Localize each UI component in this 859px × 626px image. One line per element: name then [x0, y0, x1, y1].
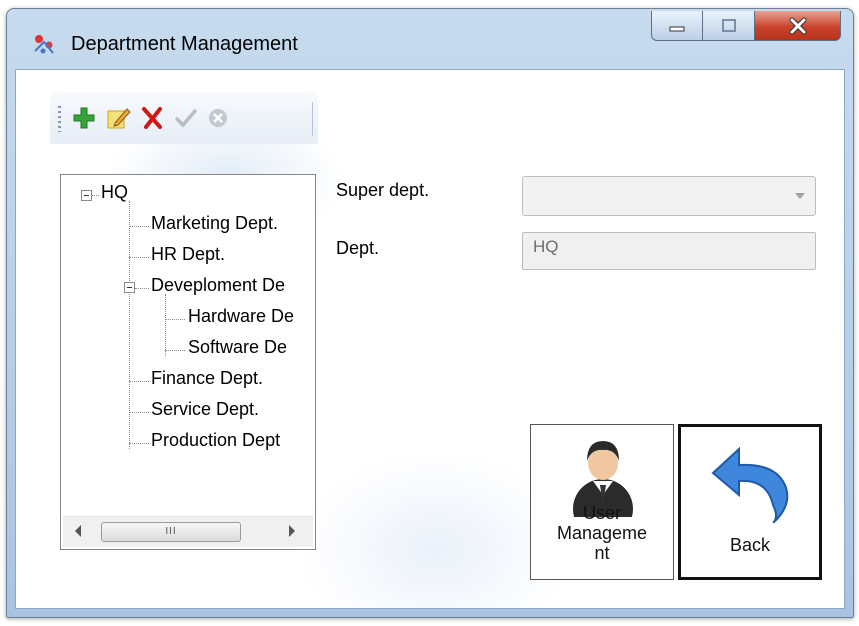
dept-field[interactable]: HQ [522, 232, 816, 270]
user-management-label-line1: User [582, 503, 621, 523]
tree-node-hr[interactable]: HR Dept. [151, 244, 225, 265]
tree-horizontal-scrollbar[interactable]: III [63, 516, 313, 547]
tree-node-marketing[interactable]: Marketing Dept. [151, 213, 278, 234]
super-dept-combobox[interactable] [522, 176, 816, 216]
tree-node-finance[interactable]: Finance Dept. [151, 368, 263, 389]
tree-node-hq[interactable]: HQ [101, 182, 128, 203]
confirm-button[interactable] [172, 104, 200, 132]
user-management-button[interactable]: User Manageme nt [530, 424, 674, 580]
x-icon [142, 107, 162, 129]
scroll-left-arrow-icon[interactable] [75, 525, 81, 537]
scroll-right-arrow-icon[interactable] [289, 525, 295, 537]
back-button[interactable]: Back [678, 424, 822, 580]
minimize-button[interactable] [651, 11, 703, 41]
app-window: Department Management HQ Marketing Dept.… [6, 8, 854, 618]
cancel-icon [209, 109, 227, 127]
tree-expander-development[interactable] [124, 282, 135, 293]
minimize-icon [669, 26, 685, 31]
user-management-label-line2: Manageme [556, 523, 648, 543]
toolbar [50, 92, 318, 144]
cancel-button[interactable] [204, 104, 232, 132]
tree-node-software[interactable]: Software De [188, 337, 287, 358]
back-label: Back [729, 535, 771, 555]
close-button[interactable] [755, 11, 841, 41]
tree-node-production[interactable]: Production Dept [151, 430, 280, 451]
client-area: HQ Marketing Dept. HR Dept. Deveploment … [15, 69, 845, 609]
title-bar[interactable]: Department Management [7, 9, 853, 69]
add-button[interactable] [70, 104, 98, 132]
back-arrow-icon [711, 446, 789, 523]
user-management-label-line3: nt [594, 543, 610, 563]
close-icon [789, 17, 806, 34]
toolbar-separator [312, 102, 313, 136]
scrollbar-thumb[interactable]: III [101, 522, 241, 542]
window-title: Department Management [71, 33, 298, 55]
maximize-button[interactable] [703, 11, 755, 41]
tree-node-hardware[interactable]: Hardware De [188, 306, 294, 327]
plus-icon [73, 107, 95, 129]
delete-button[interactable] [138, 104, 166, 132]
tree-node-development[interactable]: Deveploment De [151, 275, 285, 296]
edit-button[interactable] [104, 104, 132, 132]
maximize-icon [721, 18, 736, 32]
tree-node-service[interactable]: Service Dept. [151, 399, 259, 420]
app-icon [34, 35, 54, 54]
edit-icon [107, 108, 131, 129]
tree-expander-hq[interactable] [81, 190, 92, 201]
chevron-down-icon[interactable] [795, 193, 805, 199]
toolbar-grip[interactable] [58, 106, 61, 132]
check-icon [175, 109, 197, 128]
department-tree[interactable]: HQ Marketing Dept. HR Dept. Deveploment … [60, 174, 316, 550]
dept-label: Dept. [336, 238, 380, 258]
super-dept-label: Super dept. [336, 180, 430, 200]
